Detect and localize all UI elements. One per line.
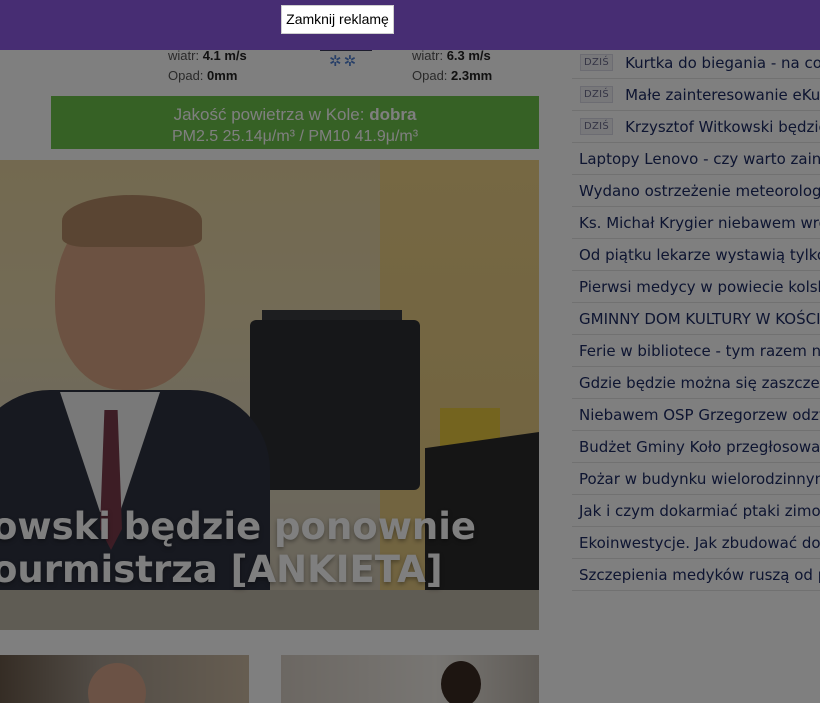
ad-dim-overlay[interactable]	[0, 0, 820, 703]
ad-bar	[0, 0, 820, 50]
close-ad-button[interactable]: Zamknij reklamę	[281, 5, 394, 34]
